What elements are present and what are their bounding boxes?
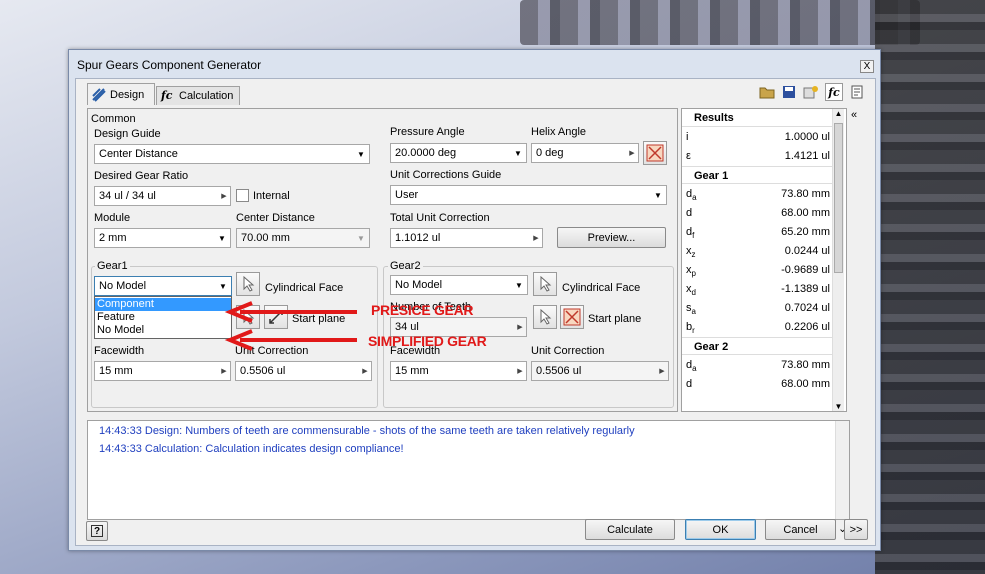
annotation-arrows	[224, 301, 357, 351]
annotation-simplified-gear: SIMPLIFIED GEAR	[368, 333, 487, 349]
annotation-presice-gear: PRESICE GEAR	[371, 302, 474, 318]
